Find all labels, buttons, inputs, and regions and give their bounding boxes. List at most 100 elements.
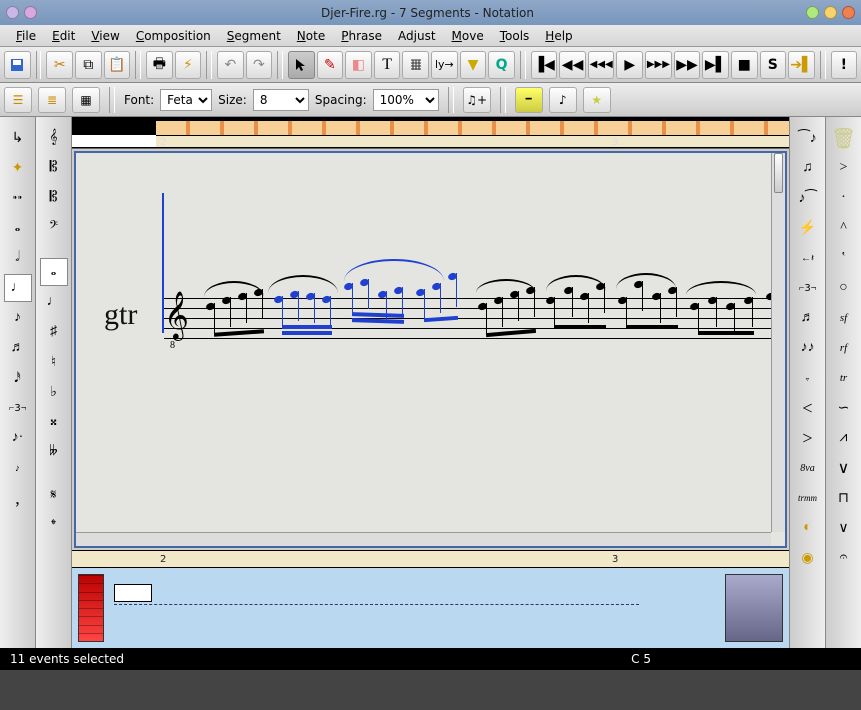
redo-button[interactable]: ↷ — [246, 51, 273, 79]
menu-phrase[interactable]: Phrase — [333, 27, 390, 45]
whole-mark-icon[interactable]: ○ — [830, 274, 858, 302]
eighth-note-icon[interactable]: ♪ — [4, 304, 32, 332]
tremolo-icon[interactable]: 𝅎 — [794, 364, 822, 392]
inv-mordent-icon[interactable]: ∨ — [830, 454, 858, 482]
fast-forward-button[interactable]: ▶▶▶ — [645, 51, 672, 79]
filter-button[interactable]: ▼ — [460, 51, 487, 79]
menu-edit[interactable]: Edit — [44, 27, 83, 45]
marker-icon[interactable]: ◉ — [794, 544, 822, 572]
track-overview[interactable] — [110, 574, 719, 642]
stop-button[interactable]: ■ — [731, 51, 758, 79]
window-sticky-icon[interactable] — [24, 6, 37, 19]
text-tool-button[interactable]: T — [374, 51, 401, 79]
menu-file[interactable]: File — [8, 27, 44, 45]
menu-move[interactable]: Move — [444, 27, 492, 45]
slur-icon[interactable]: ♫ — [794, 154, 822, 182]
accent-icon[interactable]: > — [830, 154, 858, 182]
window-menu-icon[interactable] — [6, 6, 19, 19]
score-canvas[interactable]: gtr 𝄞 8 — [74, 151, 787, 548]
event-list-button[interactable]: Q — [488, 51, 515, 79]
draw-tool-button[interactable]: ✎ — [317, 51, 344, 79]
note-entry-whole-icon[interactable]: 𝅝 — [40, 258, 68, 286]
trill-mark-icon[interactable]: trmm — [794, 484, 822, 512]
tuplet-palette-icon[interactable]: ⌐3¬ — [794, 274, 822, 302]
trash-icon[interactable]: 🗑 — [830, 124, 858, 152]
panic-button[interactable]: ! — [831, 51, 858, 79]
tenor-clef-icon[interactable]: 𝄡 — [40, 184, 68, 212]
note-entry-quarter-icon[interactable]: ♩ — [40, 288, 68, 316]
alto-clef-icon[interactable]: 𝄡 — [40, 154, 68, 182]
maximize-icon[interactable] — [824, 6, 837, 19]
minimize-icon[interactable] — [806, 6, 819, 19]
dotted-icon[interactable]: ♪· — [4, 424, 32, 452]
add-track-button[interactable]: ♫+ — [463, 87, 491, 113]
forward-button[interactable]: ▶▶ — [674, 51, 701, 79]
up-bow-icon[interactable]: ∨ — [830, 514, 858, 542]
menu-tools[interactable]: Tools — [492, 27, 538, 45]
top-ruler[interactable]: 2 3 — [72, 117, 789, 149]
whole-note-icon[interactable]: 𝅝 — [4, 214, 32, 242]
menu-note[interactable]: Note — [289, 27, 333, 45]
half-note-icon[interactable]: 𝅗𝅥 — [4, 244, 32, 272]
paste-button[interactable]: 📋 — [104, 51, 131, 79]
rewind-button[interactable]: ◀◀ — [559, 51, 586, 79]
tie-icon[interactable]: ⁀♪ — [794, 124, 822, 152]
rf-icon[interactable]: rf — [830, 334, 858, 362]
decrescendo-icon[interactable]: > — [794, 424, 822, 452]
menu-adjust[interactable]: Adjust — [390, 27, 444, 45]
annotations-button[interactable]: ★ — [583, 87, 611, 113]
font-select[interactable]: Feta — [160, 89, 212, 111]
layout-linear-button[interactable]: ☰ — [4, 87, 32, 113]
sf-icon[interactable]: sf — [830, 304, 858, 332]
tr-icon[interactable]: tr — [830, 364, 858, 392]
marcato-icon[interactable]: ^ — [830, 214, 858, 242]
guitar-chord-button[interactable] — [402, 51, 429, 79]
ruler-button[interactable]: ━ — [515, 87, 543, 113]
staccato-icon[interactable]: · — [830, 184, 858, 212]
segno-icon[interactable]: 𝄋 — [40, 482, 68, 510]
note-layer[interactable] — [186, 253, 785, 373]
play-button[interactable]: ▶ — [616, 51, 643, 79]
rewind-start-button[interactable]: ▐◀ — [531, 51, 558, 79]
rest-palette-icon[interactable]: ←𝄽 — [794, 244, 822, 272]
thirtysecond-note-icon[interactable]: 𝅘𝅥𝅰 — [4, 364, 32, 392]
tie-notes-icon[interactable]: ⁍⁍ — [4, 184, 32, 212]
select-tool-button[interactable] — [288, 51, 315, 79]
grace-note-icon[interactable]: 𝆔 — [4, 454, 32, 482]
ottava-icon[interactable]: 8va — [794, 454, 822, 482]
horizontal-scrollbar[interactable] — [76, 532, 771, 546]
layout-continuous-button[interactable]: ≣ — [38, 87, 66, 113]
highlight-icon[interactable]: ◐ — [794, 514, 822, 542]
glissando-icon[interactable]: ♪⁀ — [794, 184, 822, 212]
vertical-scrollbar[interactable] — [771, 153, 785, 532]
treble-clef-icon[interactable]: 𝄞 — [40, 124, 68, 152]
layout-page-button[interactable]: ▦ — [72, 87, 100, 113]
raw-note-button[interactable]: ♪ — [549, 87, 577, 113]
pause-icon[interactable]: 𝄐 — [830, 544, 858, 572]
mordent-icon[interactable]: ⩘ — [830, 424, 858, 452]
copy-button[interactable]: ⧉ — [75, 51, 102, 79]
double-sharp-icon[interactable]: 𝄪 — [40, 408, 68, 436]
flat-icon[interactable]: ♭ — [40, 378, 68, 406]
insert-mode-icon[interactable]: ↳ — [4, 124, 32, 152]
menu-view[interactable]: View — [83, 27, 127, 45]
coda-icon[interactable]: 𝄌 — [40, 512, 68, 540]
quarter-note-icon[interactable]: ♩ — [4, 274, 32, 302]
segment-bar[interactable] — [156, 121, 789, 135]
ornament-icon[interactable]: ♪♪ — [794, 334, 822, 362]
natural-icon[interactable]: ♮ — [40, 348, 68, 376]
ruler-scale[interactable] — [156, 135, 789, 147]
close-icon[interactable] — [842, 6, 855, 19]
navigator[interactable] — [725, 574, 783, 642]
triplet-icon[interactable]: ⌐3¬ — [4, 394, 32, 422]
solo-button[interactable]: S — [760, 51, 787, 79]
print-preview-button[interactable]: ⚡ — [175, 51, 202, 79]
cut-button[interactable]: ✂ — [46, 51, 73, 79]
menu-segment[interactable]: Segment — [219, 27, 289, 45]
size-select[interactable]: 8 — [253, 89, 309, 111]
save-button[interactable] — [4, 51, 31, 79]
fast-rewind-button[interactable]: ◀◀◀ — [588, 51, 615, 79]
rest-insert-icon[interactable]: ✦ — [4, 154, 32, 182]
undo-button[interactable]: ↶ — [217, 51, 244, 79]
menu-help[interactable]: Help — [537, 27, 580, 45]
